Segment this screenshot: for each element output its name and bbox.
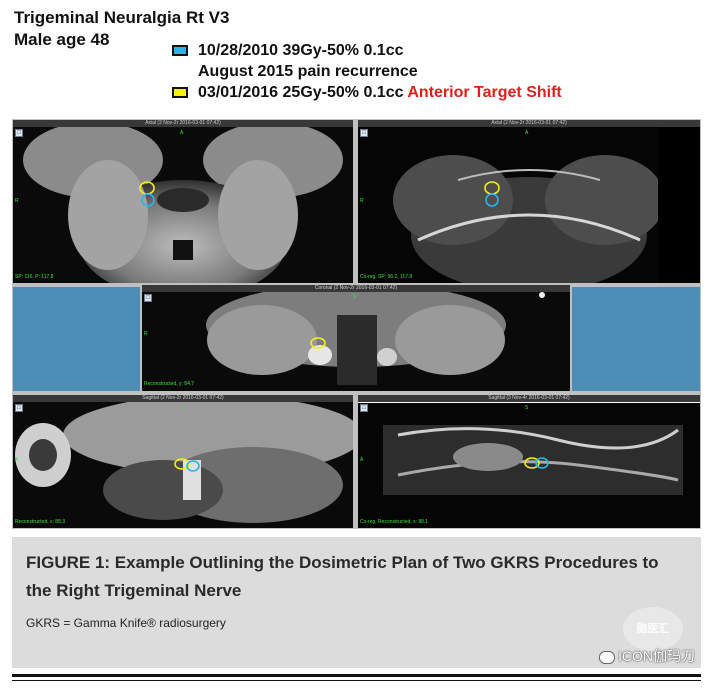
anterior-target-shift-label: Anterior Target Shift	[407, 84, 562, 101]
mri-viewer: Axial (2 Nov-2r 2016-03-01 07:42) □ A R …	[12, 119, 701, 529]
sagittal-t2-image	[358, 395, 700, 528]
axial-t2-image	[358, 120, 700, 283]
orient-side-label: A	[15, 457, 19, 463]
lock-icon[interactable]: □	[144, 294, 152, 302]
lock-icon[interactable]: □	[360, 129, 368, 137]
orient-side-label: R	[15, 198, 19, 204]
figure-caption: FIGURE 1: Example Outlining the Dosimetr…	[12, 537, 701, 668]
legend-item-2010: 10/28/2010 39Gy-50% 0.1cc	[198, 42, 404, 59]
orient-top-label: S	[525, 405, 529, 411]
pane-title: Coronal (2 Nov-2r 2016-03-01 07:42)	[142, 285, 570, 292]
orient-top-label: S	[180, 405, 184, 411]
watermark-logo: 脑医汇	[623, 607, 683, 651]
figure-title: FIGURE 1: Example Outlining the Dosimetr…	[26, 553, 659, 600]
orient-top-label: S	[353, 294, 357, 300]
pane-axial-t2[interactable]: Axial (2 Nov-2r 2016-03-01 07:42) □ A R …	[358, 120, 700, 283]
orient-side-label: A	[360, 457, 364, 463]
legend-item-recurrence: August 2015 pain recurrence	[198, 63, 418, 80]
pane-footer: Co-reg, Reconstructed, x: 88.1	[360, 519, 429, 525]
pane-title: Axial (2 Nov-2r 2016-03-01 07:42)	[13, 120, 353, 127]
pane-footer: Co-reg, SP: 96.2, 117.8	[360, 274, 413, 280]
lock-icon[interactable]: □	[15, 404, 23, 412]
bottom-rule	[12, 674, 701, 677]
axial-t1-image	[13, 120, 353, 283]
pane-title: Sagittal (3 Nov-4r 2016-03-01 07:42)	[358, 395, 700, 402]
side-panel-right	[572, 287, 700, 391]
brand-watermark: ICON伽玛刀	[599, 648, 695, 664]
coronal-image	[142, 285, 570, 391]
orient-top-label: A	[180, 130, 184, 136]
figure-abbreviation: GKRS = Gamma Knife® radiosurgery	[26, 616, 226, 630]
legend-item-2016-text: 03/01/2016 25Gy-50% 0.1cc	[198, 84, 404, 101]
side-panel-left	[13, 287, 140, 391]
lock-icon[interactable]: □	[360, 404, 368, 412]
pane-sagittal-t2[interactable]: Sagittal (3 Nov-4r 2016-03-01 07:42) □ S…	[358, 395, 700, 528]
case-subtitle: Male age 48	[14, 30, 110, 49]
lock-icon[interactable]: □	[15, 129, 23, 137]
pane-footer: Reconstructed, y: 84.7	[144, 381, 195, 387]
pane-footer: Reconstructed, x: 88.3	[15, 519, 66, 525]
brand-label: ICON伽玛刀	[618, 648, 695, 664]
legend-item-2016: 03/01/2016 25Gy-50% 0.1cc Anterior Targe…	[198, 84, 562, 102]
pane-sagittal-t1[interactable]: Sagittal (2 Nov-2r 2016-03-01 07:42) □ S…	[13, 395, 353, 528]
bottom-rule-thin	[12, 680, 701, 681]
legend-swatch-2016	[172, 87, 188, 98]
legend-swatch-2010	[172, 45, 188, 56]
pane-axial-t1[interactable]: Axial (2 Nov-2r 2016-03-01 07:42) □ A R …	[13, 120, 353, 283]
sagittal-t1-image	[13, 395, 353, 528]
orient-top-label: A	[525, 130, 529, 136]
orient-side-label: R	[360, 198, 364, 204]
case-title: Trigeminal Neuralgia Rt V3	[14, 8, 230, 27]
pane-title: Axial (2 Nov-2r 2016-03-01 07:42)	[358, 120, 700, 127]
pane-coronal[interactable]: Coronal (2 Nov-2r 2016-03-01 07:42) □ S …	[142, 285, 570, 391]
pane-title: Sagittal (2 Nov-2r 2016-03-01 07:42)	[13, 395, 353, 402]
orient-side-label: R	[144, 331, 148, 337]
wechat-icon	[599, 650, 615, 664]
pane-footer: SP: 116, P: 117.8	[15, 274, 54, 280]
